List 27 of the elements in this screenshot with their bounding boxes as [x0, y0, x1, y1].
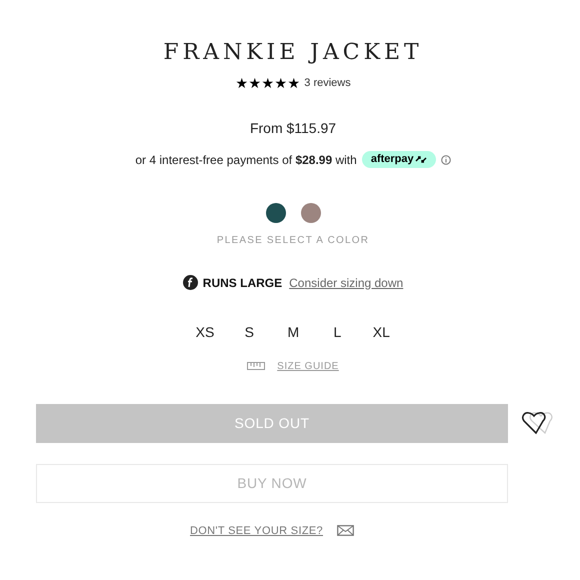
star-icon: ★: [261, 76, 274, 90]
installment-text: or 4 interest-free payments of $28.99 with: [135, 152, 357, 168]
color-swatch[interactable]: [300, 202, 320, 222]
size-option[interactable]: L: [324, 322, 350, 342]
sizing-link[interactable]: Consider sizing down: [289, 274, 404, 292]
size-option[interactable]: XL: [368, 322, 394, 342]
star-icon: ★: [248, 76, 262, 90]
product-title: FRANKIE JACKET: [163, 40, 423, 66]
color-prompt: PLEASE SELECT A COLOR: [216, 234, 370, 248]
link-arrows-icon: [414, 155, 427, 164]
star-icon: ★: [287, 76, 300, 90]
ruler-icon: [247, 362, 266, 370]
color-swatch[interactable]: [266, 202, 286, 222]
star-icon: ★: [235, 76, 248, 90]
afterpay-badge[interactable]: afterpay: [362, 151, 436, 168]
size-request-link[interactable]: DON'T SEE YOUR SIZE?: [190, 522, 323, 539]
heart-icon[interactable]: [521, 411, 555, 435]
envelope-icon[interactable]: [337, 525, 354, 536]
size-option[interactable]: M: [280, 322, 306, 342]
logo-f-icon: [182, 275, 198, 290]
review-count[interactable]: 3 reviews: [304, 75, 351, 92]
size-option[interactable]: XS: [192, 322, 218, 342]
price: From $115.97: [250, 118, 336, 138]
info-icon[interactable]: [440, 154, 451, 164]
fit-label: RUNS LARGE: [202, 274, 282, 292]
star-icon: ★: [274, 76, 288, 90]
size-option[interactable]: S: [236, 322, 262, 342]
